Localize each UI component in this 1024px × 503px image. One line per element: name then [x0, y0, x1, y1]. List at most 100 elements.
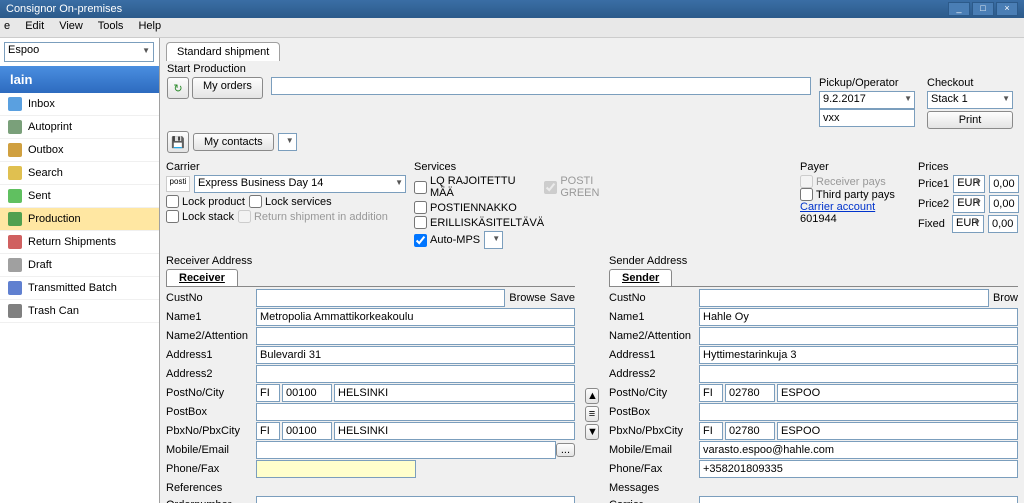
sender-browse-link[interactable]: Brow: [993, 292, 1018, 304]
receiver-address2-input[interactable]: [256, 365, 575, 383]
carrier-account-value: 601944: [800, 213, 910, 225]
label-postbox: PostBox: [166, 406, 256, 418]
swap-mid-button[interactable]: ≡: [585, 406, 599, 422]
minimize-button[interactable]: _: [948, 2, 970, 16]
location-dropdown[interactable]: Espoo: [4, 42, 154, 62]
contacts-dropdown-arrow[interactable]: [278, 133, 297, 151]
nav-icon: [8, 189, 22, 203]
receiver-tab[interactable]: Receiver: [166, 269, 238, 286]
service-4[interactable]: Auto-MPS: [414, 234, 480, 247]
nav-item-draft[interactable]: Draft: [0, 254, 159, 277]
close-button[interactable]: ×: [996, 2, 1018, 16]
receiver-post-country[interactable]: [256, 384, 280, 402]
receiver-post-no[interactable]: [282, 384, 332, 402]
ordernumber-input[interactable]: [256, 496, 575, 503]
menu-help[interactable]: Help: [138, 20, 161, 32]
nav-item-trash-can[interactable]: Trash Can: [0, 300, 159, 323]
sender-pbx-city[interactable]: [777, 422, 1018, 440]
sender-name2-input[interactable]: [699, 327, 1018, 345]
label-s-postbox: PostBox: [609, 406, 699, 418]
nav-item-outbox[interactable]: Outbox: [0, 139, 159, 162]
receiver-pbx-no[interactable]: [282, 422, 332, 440]
receiver-phone-input[interactable]: [256, 460, 416, 478]
nav-icon: [8, 120, 22, 134]
nav-item-transmitted-batch[interactable]: Transmitted Batch: [0, 277, 159, 300]
prices-label: Prices: [918, 161, 1018, 173]
lock-product-checkbox[interactable]: Lock product: [166, 195, 245, 208]
service-2[interactable]: POSTIENNAKKO: [414, 201, 517, 214]
receiver-address1-input[interactable]: [256, 346, 575, 364]
sender-address-section: Sender Address Sender CustNoBrow Name1 N…: [609, 255, 1018, 503]
receiver-mobile-more-button[interactable]: ...: [556, 443, 575, 457]
nav-item-inbox[interactable]: Inbox: [0, 93, 159, 116]
maximize-button[interactable]: □: [972, 2, 994, 16]
my-contacts-button[interactable]: My contacts: [193, 133, 274, 151]
sender-custno-input[interactable]: [699, 289, 989, 307]
nav-item-autoprint[interactable]: Autoprint: [0, 116, 159, 139]
nav-icon: [8, 235, 22, 249]
price-value[interactable]: [989, 195, 1019, 213]
carrier-product-dropdown[interactable]: Express Business Day 14: [194, 175, 406, 193]
carrier-account-link[interactable]: Carrier account: [800, 201, 910, 213]
my-orders-button[interactable]: My orders: [192, 77, 263, 99]
print-button[interactable]: Print: [927, 111, 1013, 129]
sender-phone-input[interactable]: [699, 460, 1018, 478]
operator-input[interactable]: [819, 109, 915, 127]
receiver-mobile-input[interactable]: [256, 441, 556, 459]
save-icon[interactable]: 💾: [167, 131, 189, 153]
nav-header: lain: [0, 66, 159, 93]
label-msg-carrier: Carrier: [609, 499, 699, 503]
receiver-postbox-input[interactable]: [256, 403, 575, 421]
service-3[interactable]: ERILLISKÄSITELTÄVÄ: [414, 216, 544, 229]
price-value[interactable]: [988, 215, 1018, 233]
menu-tools[interactable]: Tools: [98, 20, 124, 32]
label-mobile: Mobile/Email: [166, 444, 256, 456]
receiver-save-link[interactable]: Save: [550, 292, 575, 304]
pickup-date-dropdown[interactable]: 9.2.2017: [819, 91, 915, 109]
service-0[interactable]: LQ RAJOITETTU MÄÄ: [414, 175, 540, 199]
menu-file[interactable]: e: [4, 20, 10, 32]
sender-name1-input[interactable]: [699, 308, 1018, 326]
swap-down-button[interactable]: ▼: [585, 424, 599, 440]
nav-item-return-shipments[interactable]: Return Shipments: [0, 231, 159, 254]
sender-address2-input[interactable]: [699, 365, 1018, 383]
receiver-browse-link[interactable]: Browse: [509, 292, 546, 304]
sender-postbox-input[interactable]: [699, 403, 1018, 421]
lock-stack-checkbox[interactable]: Lock stack: [166, 210, 234, 223]
refresh-icon[interactable]: ↻: [167, 77, 189, 99]
swap-up-button[interactable]: ▲: [585, 388, 599, 404]
sender-post-no[interactable]: [725, 384, 775, 402]
menu-view[interactable]: View: [59, 20, 83, 32]
receiver-name1-input[interactable]: [256, 308, 575, 326]
receiver-custno-input[interactable]: [256, 289, 505, 307]
sender-pbx-country[interactable]: [699, 422, 723, 440]
nav-list: InboxAutoprintOutboxSearchSentProduction…: [0, 93, 159, 323]
nav-item-production[interactable]: Production: [0, 208, 159, 231]
order-search-input[interactable]: [271, 77, 811, 95]
sender-address1-input[interactable]: [699, 346, 1018, 364]
receiver-pbx-city[interactable]: [334, 422, 575, 440]
receiver-name2-input[interactable]: [256, 327, 575, 345]
checkout-label: Checkout: [927, 77, 1017, 89]
receiver-pbx-country[interactable]: [256, 422, 280, 440]
menu-edit[interactable]: Edit: [25, 20, 44, 32]
nav-item-sent[interactable]: Sent: [0, 185, 159, 208]
sender-pbx-no[interactable]: [725, 422, 775, 440]
sender-tab[interactable]: Sender: [609, 269, 672, 286]
stack-dropdown[interactable]: Stack 1: [927, 91, 1013, 109]
receiver-post-city[interactable]: [334, 384, 575, 402]
price-currency[interactable]: EUR: [953, 175, 985, 193]
sender-post-country[interactable]: [699, 384, 723, 402]
msg-carrier-input[interactable]: [699, 496, 1018, 503]
nav-item-search[interactable]: Search: [0, 162, 159, 185]
price-currency[interactable]: EUR: [953, 195, 985, 213]
sender-post-city[interactable]: [777, 384, 1018, 402]
third-party-checkbox[interactable]: Third party pays: [800, 188, 910, 201]
auto-mps-dropdown[interactable]: [484, 231, 503, 249]
price-currency[interactable]: EUR: [952, 215, 984, 233]
price-value[interactable]: [989, 175, 1019, 193]
lock-services-checkbox[interactable]: Lock services: [249, 195, 332, 208]
tab-standard-shipment[interactable]: Standard shipment: [166, 42, 280, 61]
payer-label: Payer: [800, 161, 910, 173]
sender-mobile-input[interactable]: [699, 441, 1018, 459]
